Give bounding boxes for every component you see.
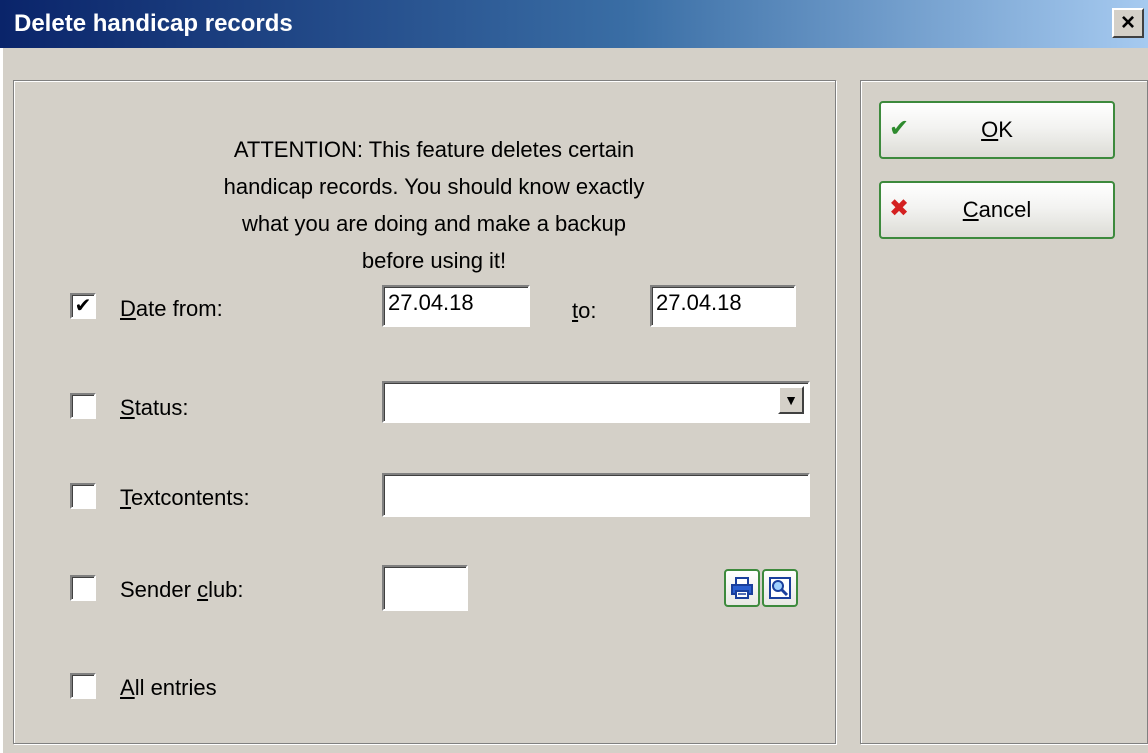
print-icon: [731, 577, 753, 599]
status-checkbox[interactable]: [70, 393, 96, 419]
textcontents-label: Textcontents:: [120, 485, 250, 510]
textcontents-input[interactable]: [382, 473, 810, 517]
cancel-button-label: Cancel: [962, 197, 1032, 222]
search-button[interactable]: [762, 569, 798, 607]
ok-button[interactable]: ✔ OK: [879, 101, 1115, 159]
all-entries-label: All entries: [120, 675, 217, 700]
sender-club-input[interactable]: [382, 565, 468, 611]
status-select[interactable]: [382, 381, 810, 423]
sender-club-checkbox[interactable]: [70, 575, 96, 601]
date-to-label: to:: [572, 298, 597, 323]
dialog-client: ATTENTION: This feature deletes certain …: [0, 48, 1148, 753]
dropdown-arrow-icon[interactable]: ▼: [778, 386, 804, 414]
date-from-label: Date from:: [120, 296, 223, 321]
checkmark-icon: ✔: [74, 295, 92, 317]
date-to-input[interactable]: 27.04.18: [650, 285, 796, 327]
attention-message: ATTENTION: This feature deletes certain …: [154, 131, 714, 279]
close-icon: ×: [1120, 9, 1135, 36]
print-button[interactable]: [724, 569, 760, 607]
title-bar: Delete handicap records ×: [0, 0, 1148, 48]
status-label: Status:: [120, 395, 189, 420]
cancel-button[interactable]: ✖ Cancel: [879, 181, 1115, 239]
all-entries-checkbox[interactable]: [70, 673, 96, 699]
close-button[interactable]: ×: [1112, 8, 1144, 38]
sender-club-label: Sender club:: [120, 577, 244, 602]
date-from-checkbox[interactable]: ✔: [70, 293, 96, 319]
attention-line-4: before using it!: [361, 248, 507, 273]
attention-line-1: ATTENTION: This feature deletes certain: [233, 137, 635, 162]
date-from-input[interactable]: 27.04.18: [382, 285, 530, 327]
attention-line-3: what you are doing and make a backup: [241, 211, 627, 236]
action-group: ✔ OK ✖ Cancel: [860, 80, 1148, 744]
ok-button-label: OK: [981, 117, 1013, 142]
window-title: Delete handicap records: [14, 10, 293, 37]
textcontents-checkbox[interactable]: [70, 483, 96, 509]
attention-line-2: handicap records. You should know exactl…: [223, 174, 645, 199]
filter-group: ATTENTION: This feature deletes certain …: [13, 80, 836, 744]
search-icon: [769, 577, 791, 599]
